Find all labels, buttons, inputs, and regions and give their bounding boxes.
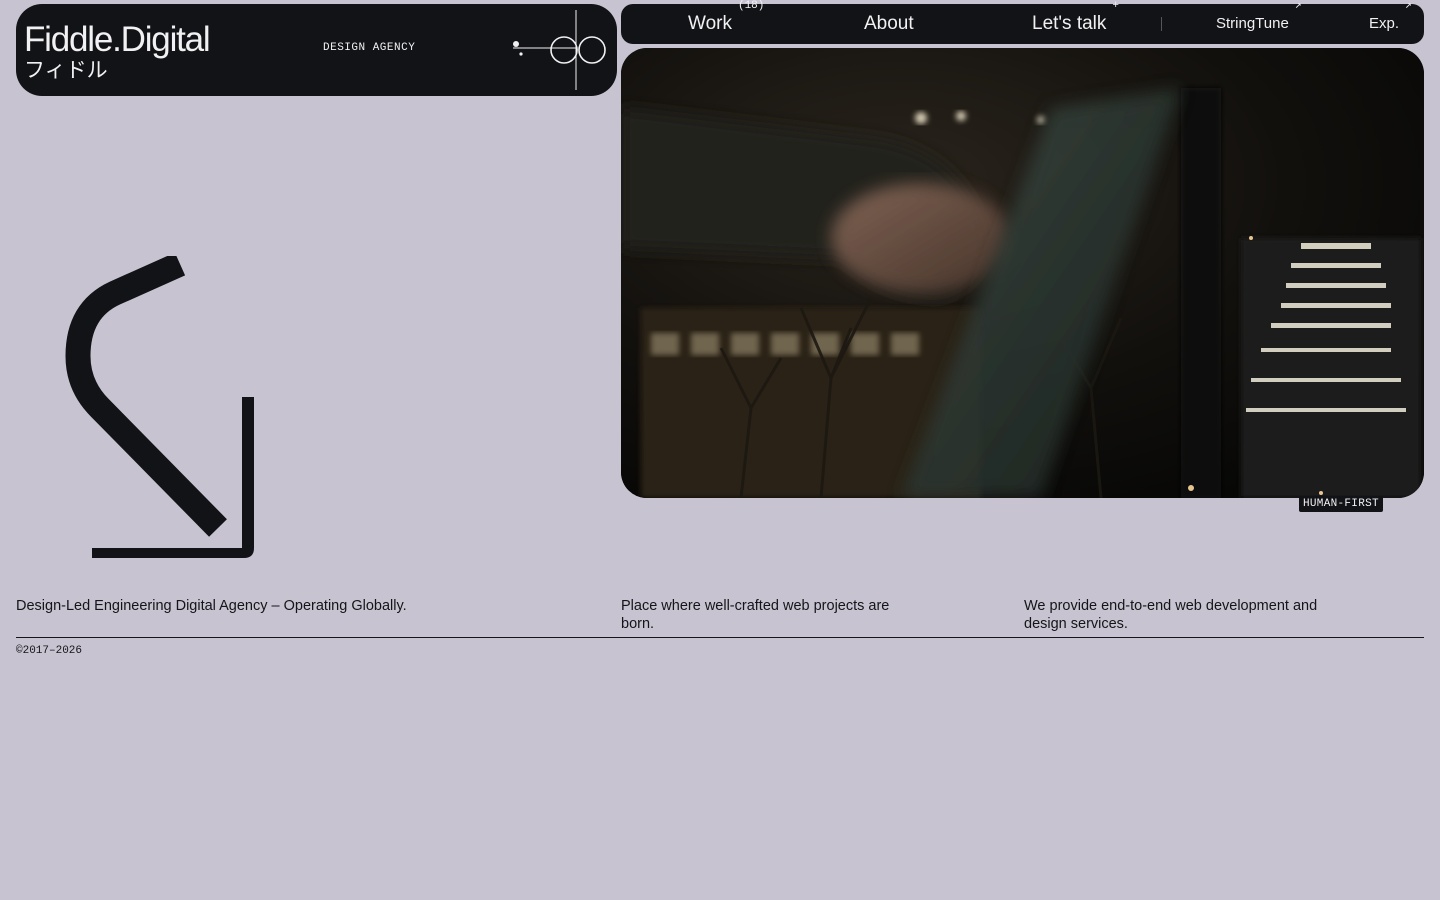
night-city-video-frame [621, 48, 1424, 498]
copyright: ©2017–2026 [16, 645, 83, 657]
nav-exp-link[interactable]: Exp. ↗ [1369, 0, 1412, 44]
external-arrow-icon: ↗ [1294, 0, 1302, 12]
external-arrow-icon: ↗ [1405, 0, 1412, 12]
nav-lets-talk[interactable]: Let's talk + [1032, 0, 1119, 44]
infinity-link-logo-icon [513, 10, 606, 90]
nav-work[interactable]: Work (18) [688, 0, 764, 44]
footer-divider [16, 637, 1424, 638]
main-nav: Work (18) About Let's talk + StringTune ↗ E… [621, 0, 1424, 44]
plus-icon: + [1112, 0, 1119, 12]
arrow-down-right-icon [65, 256, 254, 558]
nav-exp-label: Exp. [1369, 15, 1400, 32]
nav-lets-talk-label: Let's talk [1032, 13, 1107, 34]
brand-name[interactable]: Fiddle.Digital [24, 22, 211, 58]
brand-tagline: DESIGN AGENCY [323, 42, 416, 54]
nav-work-label: Work [688, 13, 732, 34]
info-services-description: We provide end-to-end web development an… [1024, 598, 1318, 632]
hero-video[interactable] [621, 48, 1424, 498]
nav-work-count: (18) [737, 0, 765, 12]
brand-name-japanese: フィドル [24, 58, 108, 82]
nav-stringtune-link[interactable]: StringTune ↗ [1216, 0, 1301, 44]
nav-divider [1161, 17, 1162, 31]
nav-stringtune-label: StringTune [1216, 15, 1289, 32]
brand-card[interactable]: Fiddle.Digital フィドル DESIGN AGENCY [16, 4, 617, 96]
info-place-description: Place where well-crafted web projects ar… [621, 598, 890, 632]
nav-about-label: About [864, 13, 914, 34]
nav-about[interactable]: About [864, 4, 914, 44]
info-agency-description: Design-Led Engineering Digital Agency – … [16, 598, 407, 614]
hero-badge: HUMAN-FIRST [1299, 496, 1383, 512]
